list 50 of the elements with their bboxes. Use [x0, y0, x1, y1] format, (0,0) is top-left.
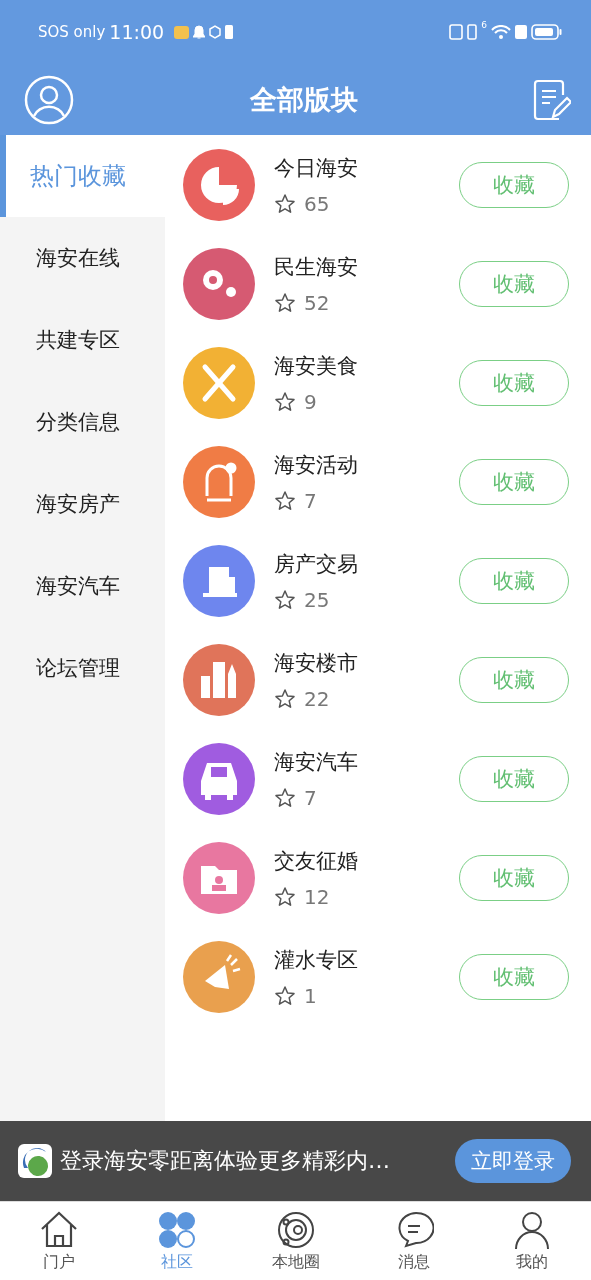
forum-name[interactable]: 海安美食: [274, 351, 358, 380]
tab-bar-item[interactable]: 消息: [354, 1202, 473, 1280]
wifi-icon: [491, 25, 511, 39]
bell-icon: [193, 25, 206, 39]
network-type-label: 6: [481, 20, 487, 30]
favorite-count: 9: [304, 389, 317, 414]
sidebar-item[interactable]: 分类信息: [0, 381, 165, 463]
forum-name[interactable]: 灌水专区: [274, 945, 358, 974]
star-icon: [274, 984, 296, 1007]
edit-note-icon[interactable]: [533, 78, 571, 121]
forum-name[interactable]: 房产交易: [274, 549, 358, 578]
star-icon: [274, 588, 296, 611]
favorite-count: 7: [304, 785, 317, 810]
forum-name[interactable]: 海安汽车: [274, 747, 358, 776]
clover-icon: [157, 1209, 198, 1250]
profile-icon[interactable]: [24, 74, 74, 125]
page-title: 全部版块: [249, 82, 358, 117]
star-icon: [274, 687, 296, 710]
sidebar-item[interactable]: 海安房产: [0, 463, 165, 545]
app-logo-icon: [18, 1144, 52, 1178]
star-icon: [274, 291, 296, 314]
forum-name[interactable]: 民生海安: [274, 252, 358, 281]
star-icon: [274, 192, 296, 215]
favorite-count: 1: [304, 983, 317, 1008]
star-icon: [274, 489, 296, 512]
favorite-count: 52: [304, 290, 330, 315]
forum-name[interactable]: 海安活动: [274, 450, 358, 479]
favorite-count: 22: [304, 686, 330, 711]
carrier-text: SOS only: [38, 23, 106, 41]
clock-time: 11:00: [109, 21, 165, 43]
login-prompt-text: 登录海安零距离体验更多精彩内…: [60, 1147, 391, 1175]
forum-name[interactable]: 海安楼市: [274, 648, 358, 677]
star-icon: [274, 786, 296, 809]
sidebar-item[interactable]: 论坛管理: [0, 627, 165, 709]
star-icon: [274, 390, 296, 413]
orbit-icon: [275, 1209, 316, 1250]
sidebar-item[interactable]: 海安在线: [0, 217, 165, 299]
favorite-count: 7: [304, 488, 317, 513]
tab-bar-item[interactable]: 我的: [472, 1202, 591, 1280]
favorite-count: 12: [304, 884, 330, 909]
favorite-count: 25: [304, 587, 330, 612]
tab-bar-item[interactable]: 门户: [0, 1202, 119, 1280]
sidebar-item[interactable]: 海安汽车: [0, 545, 165, 627]
star-icon: [274, 885, 296, 908]
battery-icon: [531, 23, 563, 41]
favorite-count: 65: [304, 191, 330, 216]
tab-bar-item[interactable]: 本地圈: [236, 1202, 355, 1280]
forum-name[interactable]: 交友征婚: [274, 846, 358, 875]
forum-name[interactable]: 今日海安: [274, 153, 358, 182]
sidebar-item[interactable]: 共建专区: [0, 299, 165, 381]
